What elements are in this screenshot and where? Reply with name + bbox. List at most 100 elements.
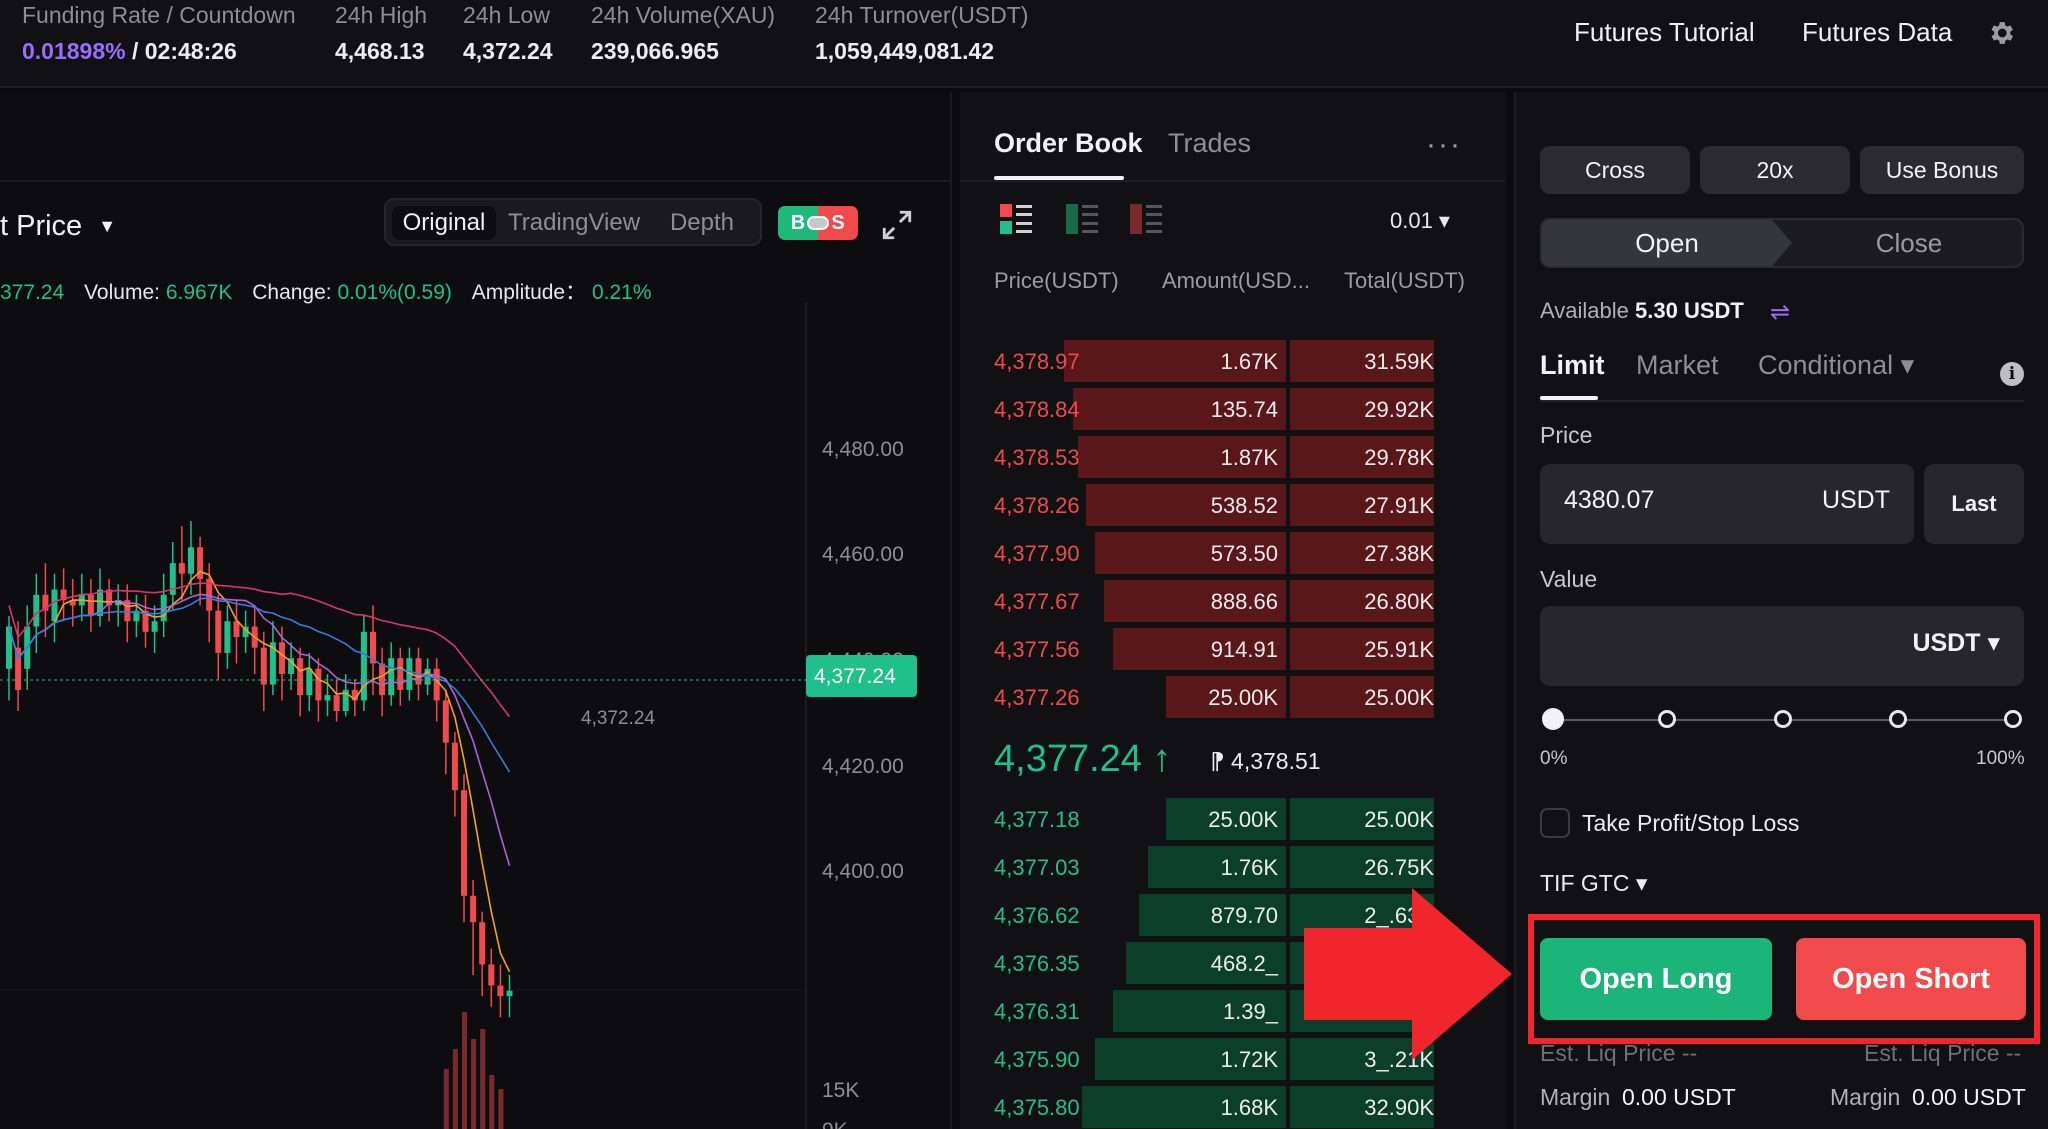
candle-body: [461, 790, 467, 896]
row-amount: 538.52: [1210, 493, 1278, 518]
row-price: 4,377.18: [994, 807, 1080, 832]
candle-body: [433, 668, 440, 701]
buy-sell-marker-toggle[interactable]: B S: [778, 206, 858, 240]
ask-row[interactable]: 4,378.26 538.52 27.91K: [994, 482, 1434, 526]
candle-body: [297, 658, 304, 696]
row-price: 4,378.53: [994, 445, 1080, 470]
tab-order-book[interactable]: Order Book: [994, 128, 1143, 159]
column-gap: [1286, 894, 1290, 936]
price-input-value: 4380.07: [1564, 486, 1655, 514]
row-total: 29.78K: [1364, 445, 1434, 470]
row-amount: 1.76K: [1220, 855, 1279, 880]
gear-icon[interactable]: [1986, 18, 2016, 48]
row-total: 27.91K: [1364, 493, 1434, 518]
row-amount: 573.50: [1210, 541, 1278, 566]
take-profit-stop-loss-checkbox[interactable]: [1540, 808, 1570, 838]
low-label: 24h Low: [463, 2, 550, 28]
close-tab[interactable]: Close: [1792, 220, 2022, 266]
candlestick-chart[interactable]: 4,480.00 4,460.00 4,440.00 4,420.00 4,40…: [0, 302, 952, 1129]
amount-slider-handle[interactable]: [1542, 708, 1564, 730]
column-gap: [1286, 1086, 1290, 1128]
last-price-button[interactable]: Last: [1924, 464, 2024, 544]
more-options-icon[interactable]: ···: [1426, 128, 1462, 162]
both-sides-view-icon[interactable]: [1000, 204, 1032, 234]
row-amount: 914.91: [1210, 637, 1278, 662]
time-in-force-dropdown[interactable]: TIF GTC ▾: [1540, 870, 1647, 897]
low-marker-label: 4,372.24: [581, 708, 655, 729]
ask-row[interactable]: 4,377.56 914.91 25.91K: [994, 626, 1434, 670]
ask-row[interactable]: 4,378.97 1.67K 31.59K: [994, 338, 1434, 382]
funding-separator: /: [125, 38, 145, 64]
info-icon[interactable]: i: [2000, 362, 2024, 386]
column-gap: [1286, 388, 1290, 430]
precision-dropdown[interactable]: 0.01 ▾: [1390, 208, 1450, 234]
volume-axis-label: 15K: [822, 1079, 859, 1102]
available-label: Available: [1540, 298, 1629, 323]
tab-trades[interactable]: Trades: [1168, 128, 1251, 159]
candle-body: [188, 547, 194, 574]
slider-step-75[interactable]: [1889, 710, 1907, 728]
view-tradingview-tab[interactable]: TradingView: [500, 206, 648, 240]
value-input[interactable]: USDT ▾: [1540, 606, 2024, 686]
order-type-limit[interactable]: Limit: [1540, 350, 1605, 381]
open-short-button[interactable]: Open Short: [1796, 938, 2026, 1020]
slider-step-100[interactable]: [2004, 710, 2022, 728]
amount-column-header: Amount(USD...: [1162, 268, 1310, 293]
asks-only-view-icon[interactable]: [1130, 204, 1162, 234]
ask-row[interactable]: 4,378.84 135.74 29.92K: [994, 386, 1434, 430]
candle-volume: 6.967K: [165, 281, 233, 304]
candle-body: [260, 647, 267, 685]
bids-only-view-icon[interactable]: [1066, 204, 1098, 234]
open-long-button[interactable]: Open Long: [1540, 938, 1772, 1020]
row-price: 4,378.26: [994, 493, 1080, 518]
ask-row[interactable]: 4,377.90 573.50 27.38K: [994, 530, 1434, 574]
bid-row[interactable]: 4,377.18 25.00K 25.00K: [994, 796, 1434, 840]
bid-row[interactable]: 4,375.80 1.68K 32.90K: [994, 1084, 1434, 1128]
funding-rate-label: Funding Rate / Countdown: [22, 2, 296, 28]
candle-body: [315, 668, 322, 701]
column-gap: [1286, 628, 1290, 670]
candle-body: [15, 647, 22, 690]
low-value: 4,372.24: [463, 38, 553, 64]
futures-tutorial-link[interactable]: Futures Tutorial: [1574, 17, 1755, 48]
open-tab[interactable]: Open: [1542, 220, 1792, 266]
view-depth-tab[interactable]: Depth: [652, 206, 752, 240]
margin-mode-button[interactable]: Cross: [1540, 146, 1690, 194]
bid-row[interactable]: 4,377.03 1.76K 26.75K: [994, 844, 1434, 888]
price-type-dropdown[interactable]: t Price ▼: [0, 210, 116, 243]
ask-row[interactable]: 4,378.53 1.87K 29.78K: [994, 434, 1434, 478]
margin-long-value: 0.00 USDT: [1622, 1084, 1736, 1110]
row-amount: 879.70: [1210, 903, 1278, 928]
funding-rate-value: 0.01898% / 02:48:26: [22, 38, 237, 65]
ask-row[interactable]: 4,377.67 888.66 26.80K: [994, 578, 1434, 622]
candle-body: [497, 985, 504, 997]
volume-axis-label: 9K: [822, 1119, 848, 1129]
price-input[interactable]: 4380.07 USDT: [1540, 464, 1914, 544]
slider-step-25[interactable]: [1658, 710, 1676, 728]
column-gap: [1286, 532, 1290, 574]
view-original-tab[interactable]: Original: [392, 206, 496, 240]
transfer-icon[interactable]: ⇌: [1770, 298, 1790, 327]
candle-body: [151, 621, 158, 632]
margin-short-value: 0.00 USDT: [1912, 1084, 2026, 1110]
futures-data-link[interactable]: Futures Data: [1802, 17, 1952, 48]
leverage-button[interactable]: 20x: [1700, 146, 1850, 194]
active-order-type-indicator: [1540, 396, 1598, 400]
candle-close: 377.24: [0, 281, 65, 304]
row-price: 4,377.26: [994, 685, 1080, 710]
slider-step-50[interactable]: [1774, 710, 1792, 728]
order-type-conditional[interactable]: Conditional ▾: [1758, 350, 1914, 381]
volume-bar: [489, 1075, 495, 1129]
column-gap: [1286, 798, 1290, 840]
value-unit-dropdown[interactable]: USDT ▾: [1912, 628, 2000, 658]
ask-row[interactable]: 4,377.26 25.00K 25.00K: [994, 674, 1434, 718]
candle-body: [306, 668, 313, 696]
use-bonus-button[interactable]: Use Bonus: [1860, 146, 2024, 194]
candle-body: [379, 663, 386, 696]
row-total: 32.90K: [1364, 1095, 1434, 1120]
column-gap: [1286, 990, 1290, 1032]
expand-icon[interactable]: [880, 208, 914, 242]
order-type-market[interactable]: Market: [1636, 350, 1719, 381]
candle-body: [506, 990, 513, 997]
open-close-toggle: Open Close: [1540, 218, 2024, 268]
